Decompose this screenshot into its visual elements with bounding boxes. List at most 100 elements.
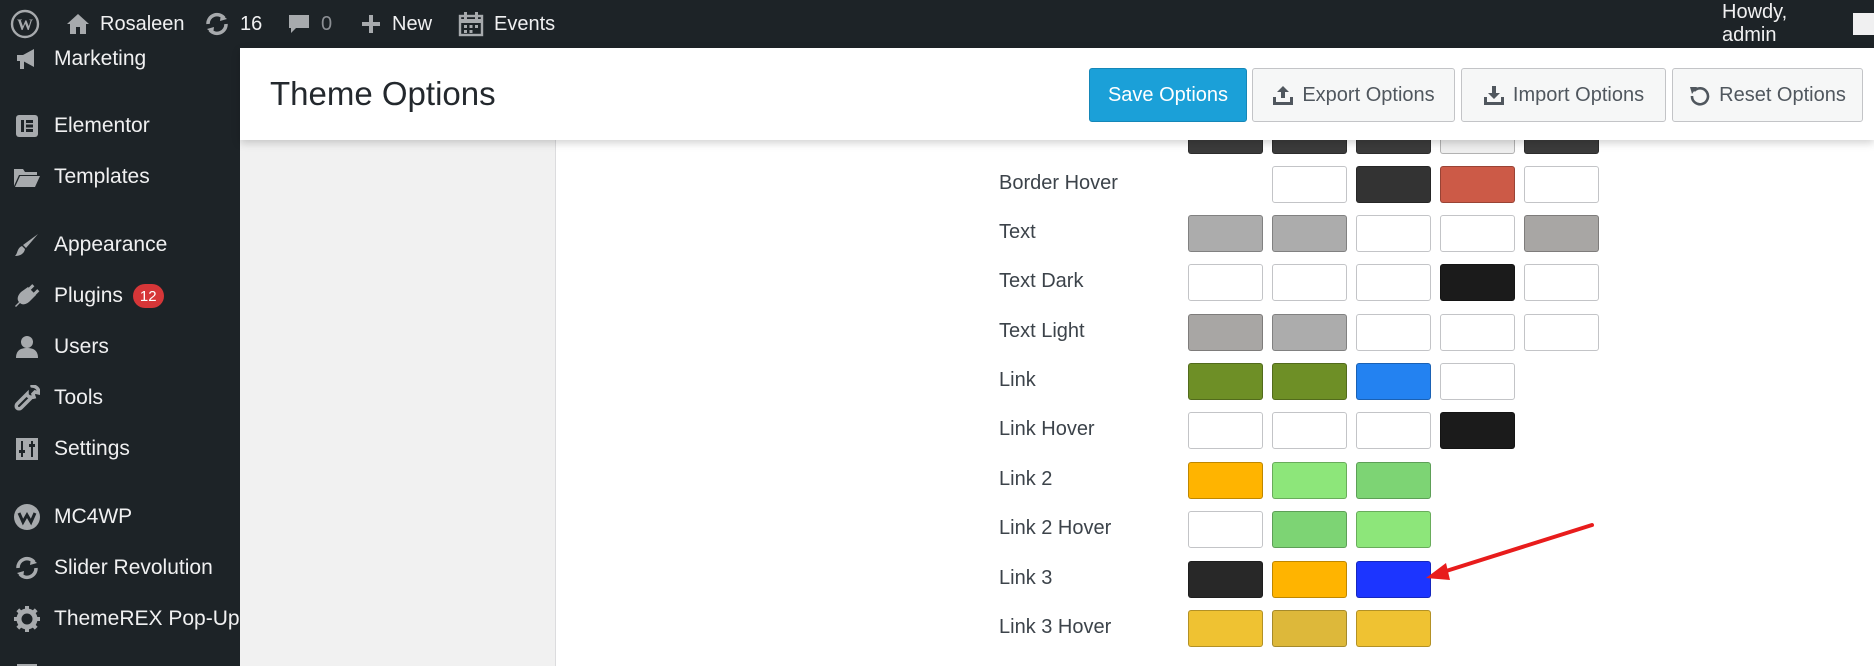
import-options-button[interactable]: Import Options [1461,68,1666,122]
color-swatch[interactable] [1272,166,1347,203]
sidebar-item-settings[interactable]: Settings [0,429,240,469]
user-icon [12,332,42,362]
sidebar-item-label: MC4WP [54,505,133,528]
color-swatch[interactable] [1524,215,1599,252]
color-swatch[interactable] [1272,561,1347,598]
color-swatch[interactable] [1440,215,1515,252]
color-swatch[interactable] [1356,215,1431,252]
menu-icon [12,655,42,666]
folder-icon [12,162,42,192]
reset-options-label: Reset Options [1719,83,1846,106]
color-swatch[interactable] [1188,610,1263,647]
settings-sliders-icon [12,434,42,464]
sidebar-item-label: Tools [54,386,104,409]
color-swatch[interactable] [1188,314,1263,351]
calendar-icon [458,11,484,37]
color-swatch[interactable] [1188,462,1263,499]
sidebar-item-appearance[interactable]: Appearance [0,225,240,265]
options-tabs-panel [240,140,556,666]
color-swatch[interactable] [1188,215,1263,252]
sidebar-item-users[interactable]: Users [0,327,240,367]
wordpress-icon: W [10,9,40,39]
page-title: Theme Options [270,75,496,112]
events-label: Events [494,12,556,35]
color-swatch[interactable] [1272,462,1347,499]
updates-link[interactable]: 16 [204,0,262,48]
admin-bar: W Rosaleen 16 0 New Events Howdy, admin [0,0,1874,48]
plug-icon [12,281,42,311]
color-swatch[interactable] [1272,215,1347,252]
color-row-label: Link 2 Hover [999,516,1112,539]
site-name-link[interactable]: Rosaleen [66,0,185,48]
megaphone-icon [12,48,42,74]
wordpress-logo[interactable]: W [10,0,40,48]
my-account-link[interactable]: Howdy, admin [1722,0,1874,48]
color-swatch[interactable] [1356,561,1431,598]
color-swatch[interactable] [1356,511,1431,548]
refresh-icon [204,12,230,36]
color-swatch[interactable] [1272,610,1347,647]
sidebar-item-elementor[interactable]: Elementor [0,106,240,146]
export-options-button[interactable]: Export Options [1252,68,1455,122]
color-swatch[interactable] [1440,412,1515,449]
color-swatch[interactable] [1524,314,1599,351]
comments-link[interactable]: 0 [287,0,332,48]
color-swatch[interactable] [1356,462,1431,499]
sidebar-item-label: ThemeREX Pop-Up [54,607,240,630]
sidebar-item-marketing[interactable]: Marketing [0,48,240,79]
avatar [1852,13,1874,35]
color-swatch[interactable] [1188,561,1263,598]
color-swatch[interactable] [1356,314,1431,351]
plus-icon [360,13,382,35]
sidebar-item-slider-revolution[interactable]: Slider Revolution [0,548,240,588]
color-swatch[interactable] [1188,264,1263,301]
color-swatch[interactable] [1440,264,1515,301]
download-icon [1483,84,1505,106]
color-swatch[interactable] [1272,363,1347,400]
upload-icon [1272,84,1294,106]
color-swatch[interactable] [1440,314,1515,351]
sidebar-item-partial[interactable] [0,650,240,666]
save-options-label: Save Options [1107,83,1229,106]
site-name: Rosaleen [100,12,185,35]
color-swatch[interactable] [1272,264,1347,301]
color-swatch[interactable] [1188,412,1263,449]
save-options-button[interactable]: Save Options [1089,68,1247,122]
color-swatch[interactable] [1356,363,1431,400]
sidebar-item-label: Users [54,335,109,358]
sidebar-item-themerex-popup[interactable]: ThemeREX Pop-Up [0,599,240,639]
color-swatch[interactable] [1272,314,1347,351]
color-swatch[interactable] [1188,511,1263,548]
color-swatch[interactable] [1440,166,1515,203]
color-swatch[interactable] [1440,363,1515,400]
sidebar-item-tools[interactable]: Tools [0,378,240,418]
refresh-icon [12,553,42,583]
export-options-label: Export Options [1302,83,1435,106]
color-row-label: Link 3 [999,566,1053,589]
mc4wp-icon [12,502,42,532]
color-swatch[interactable] [1272,511,1347,548]
color-row-label: Link [999,368,1036,391]
color-swatch[interactable] [1524,264,1599,301]
color-row-label: Text [999,220,1036,243]
options-header: Theme Options Save Options Export Option… [240,48,1874,140]
svg-text:W: W [17,17,33,34]
comments-count: 0 [321,12,333,35]
color-swatch[interactable] [1356,166,1431,203]
color-swatch[interactable] [1356,264,1431,301]
new-content-link[interactable]: New [360,0,432,48]
undo-icon [1689,84,1711,106]
comment-icon [287,13,311,35]
sidebar-item-plugins[interactable]: Plugins 12 [0,276,240,316]
color-swatch[interactable] [1356,412,1431,449]
color-swatch[interactable] [1356,610,1431,647]
sidebar-item-mc4wp[interactable]: MC4WP [0,497,240,537]
color-swatch[interactable] [1272,412,1347,449]
color-swatch[interactable] [1524,166,1599,203]
elementor-icon [12,111,42,141]
color-swatch[interactable] [1188,363,1263,400]
sidebar-item-templates[interactable]: Templates [0,157,240,197]
sidebar-item-label: Slider Revolution [54,556,213,579]
reset-options-button[interactable]: Reset Options [1672,68,1863,122]
events-link[interactable]: Events [458,0,555,48]
